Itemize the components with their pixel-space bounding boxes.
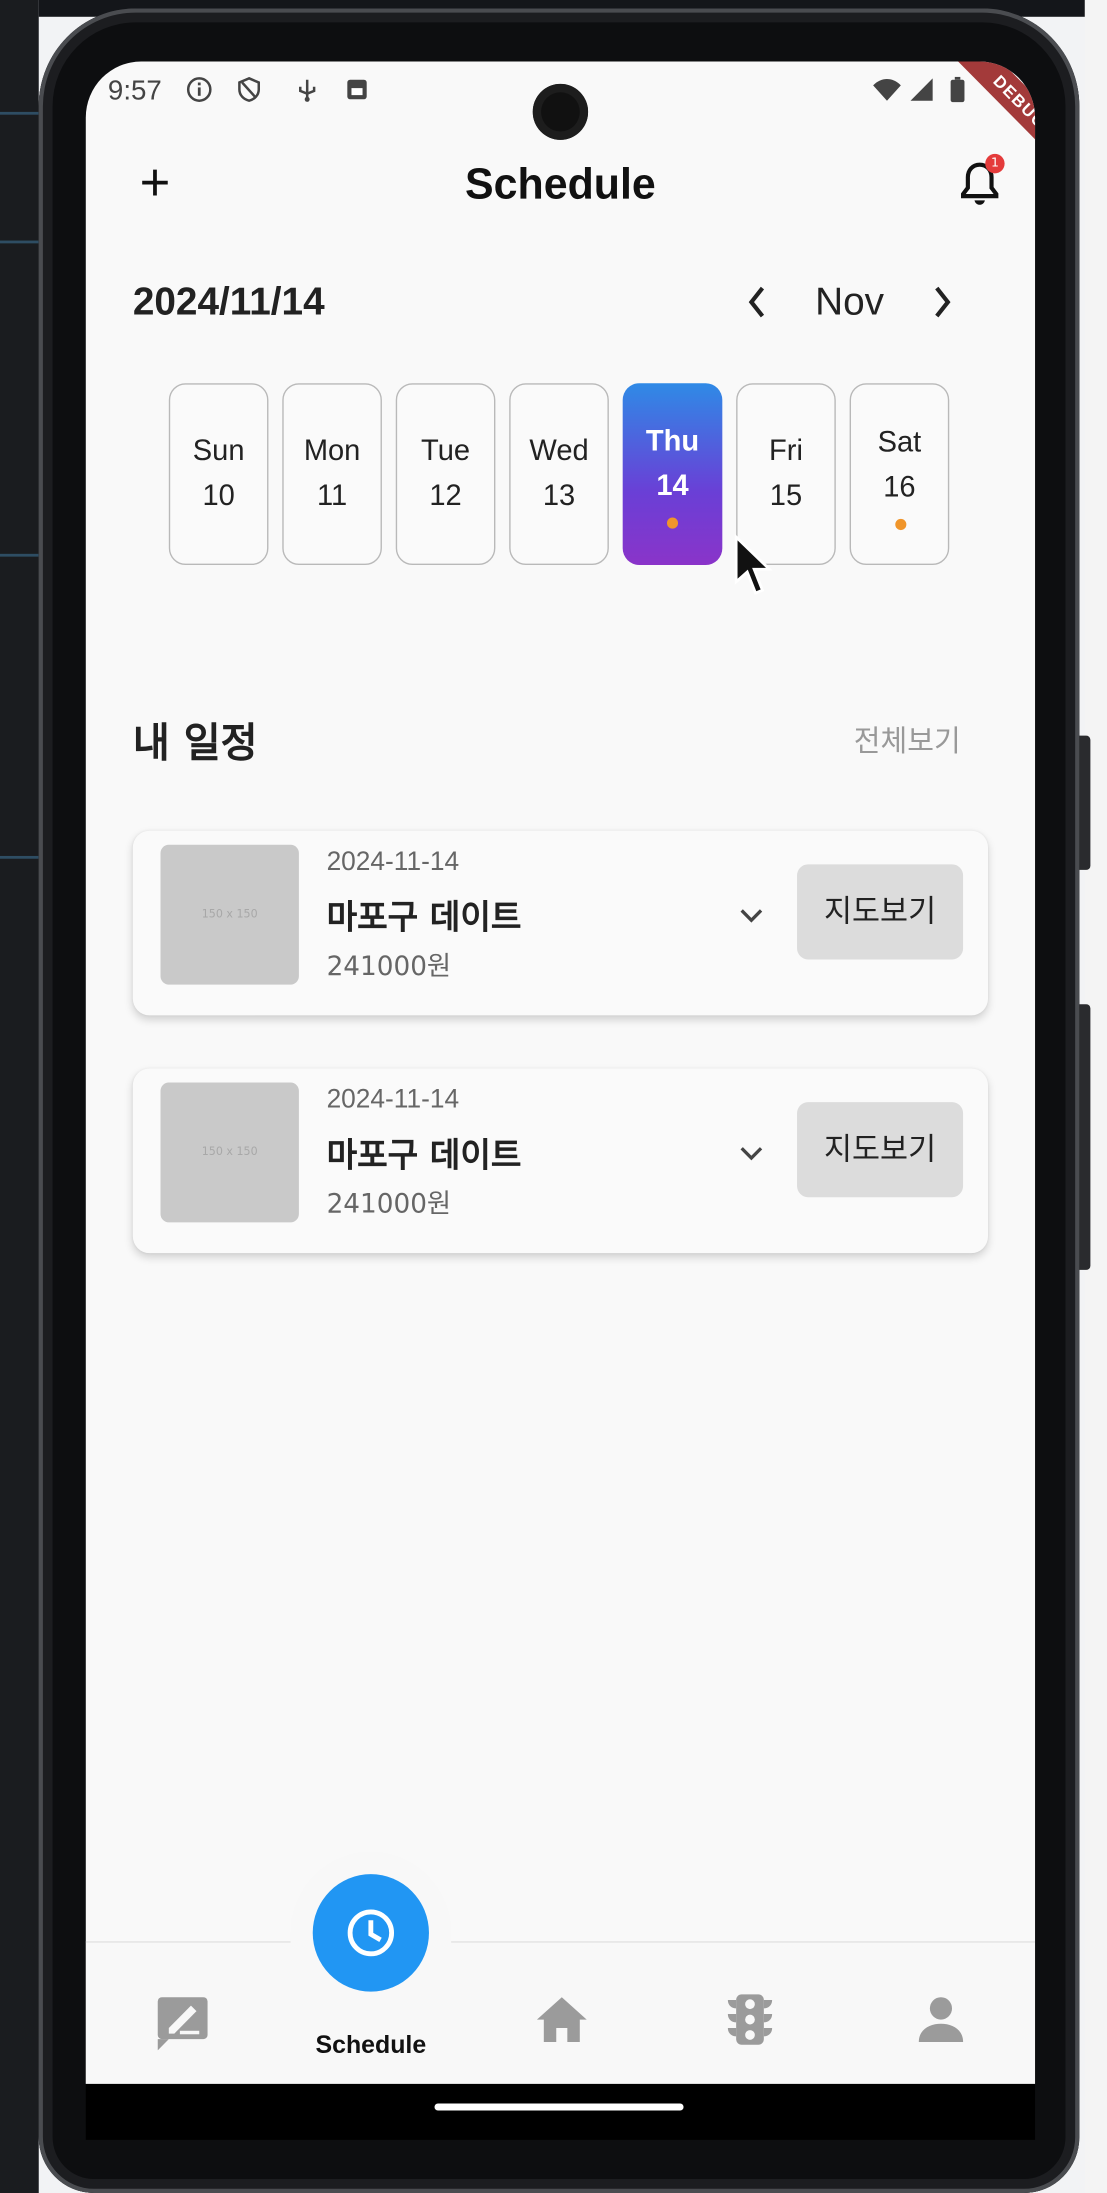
day-card-wed[interactable]: Wed 13: [509, 383, 609, 566]
shield-icon: [235, 76, 263, 104]
day-date: 13: [542, 479, 576, 512]
status-time: 9:57: [107, 75, 162, 107]
schedule-title: 마포구 데이트: [326, 897, 522, 938]
day-card-sat[interactable]: Sat 16: [849, 383, 950, 566]
schedule-date: 2024-11-14: [326, 1085, 460, 1115]
day-name: Tue: [421, 434, 471, 468]
emulator-stage: 9:57 DEBUG + Schedule 1 2024/11/14 Nov S…: [0, 0, 1107, 2193]
nav-label-schedule: Schedule: [315, 2030, 427, 2059]
chevron-right-icon: [935, 286, 951, 318]
schedule-card[interactable]: 150 x 150 2024-11-14 마포구 데이트 241000원 지도보…: [132, 1068, 988, 1254]
day-name: Sun: [192, 434, 245, 468]
event-dot: [666, 517, 679, 529]
page-title: Schedule: [465, 159, 656, 209]
nav-edit-button[interactable]: [152, 1989, 213, 2051]
view-map-button[interactable]: 지도보기: [797, 864, 964, 960]
event-dot: [895, 518, 907, 531]
storage-icon: [343, 76, 371, 104]
schedule-date: 2024-11-14: [326, 847, 460, 877]
month-label: Nov: [815, 279, 885, 324]
day-date: 12: [429, 479, 462, 512]
day-name: Thu: [645, 425, 700, 458]
thumbnail-label: 150 x 150: [201, 1145, 258, 1159]
schedule-icon: [347, 1909, 395, 1957]
day-card-tue[interactable]: Tue 12: [395, 383, 496, 566]
system-navigation-bar: [85, 2083, 1036, 2140]
status-bar: 9:57 DEBUG: [86, 61, 1036, 188]
usb-icon: [293, 76, 321, 104]
emulator-side-panel: [0, 0, 39, 2193]
mouse-cursor-icon: [734, 534, 773, 595]
day-card-thu[interactable]: Thu 14: [622, 383, 723, 566]
day-card-mon[interactable]: Mon 11: [282, 383, 382, 566]
thumbnail-placeholder: 150 x 150: [160, 844, 299, 985]
power-button: [1079, 1004, 1091, 1270]
volume-button: [1079, 735, 1091, 870]
notification-badge: 1: [985, 153, 1005, 174]
person-icon: [918, 1997, 964, 2042]
nav-profile-button[interactable]: [911, 1989, 972, 2051]
front-camera: [532, 83, 589, 140]
wifi-icon: [872, 76, 901, 104]
day-date: 16: [883, 471, 916, 504]
schedule-fab[interactable]: [312, 1874, 429, 1992]
next-month-button[interactable]: [922, 274, 964, 330]
day-name: Mon: [303, 434, 361, 468]
view-map-button[interactable]: 지도보기: [797, 1102, 964, 1198]
chevron-left-icon: [748, 286, 765, 318]
nav-home-button[interactable]: [531, 1989, 592, 2051]
schedule-card[interactable]: 150 x 150 2024-11-14 마포구 데이트 241000원 지도보…: [132, 830, 988, 1016]
day-name: Sat: [877, 426, 922, 459]
day-date: 14: [656, 469, 689, 503]
chevron-down-icon[interactable]: [731, 1133, 773, 1175]
home-gesture-pill[interactable]: [434, 2103, 684, 2111]
week-strip: Sun 10 Mon 11 Tue 12 Wed 13 Thu 14 Fri 1…: [168, 383, 955, 570]
traffic-light-icon: [727, 1994, 773, 2045]
nav-traffic-button[interactable]: [720, 1989, 781, 2051]
thumbnail-placeholder: 150 x 150: [160, 1082, 299, 1223]
edit-icon: [157, 1997, 208, 2051]
day-name: Wed: [529, 434, 589, 468]
thumbnail-label: 150 x 150: [201, 907, 258, 921]
schedule-price: 241000원: [326, 951, 452, 982]
notification-button[interactable]: 1: [955, 153, 1005, 209]
schedule-price: 241000원: [326, 1188, 452, 1220]
day-date: 11: [317, 479, 348, 512]
prev-month-button[interactable]: [736, 274, 778, 330]
day-name: Fri: [769, 434, 803, 468]
home-icon: [536, 1997, 587, 2042]
section-title: 내 일정: [132, 718, 258, 767]
view-all-link[interactable]: 전체보기: [854, 719, 961, 761]
selected-date: 2024/11/14: [132, 279, 325, 324]
schedule-title: 마포구 데이트: [326, 1135, 522, 1175]
battery-icon: [944, 76, 972, 104]
day-card-sun[interactable]: Sun 10: [168, 383, 269, 566]
day-date: 10: [202, 479, 235, 512]
app-screen: 9:57 DEBUG + Schedule 1 2024/11/14 Nov S…: [85, 61, 1036, 2084]
signal-icon: [908, 76, 936, 104]
chevron-down-icon[interactable]: [731, 895, 773, 937]
info-icon: [185, 76, 213, 104]
day-date: 15: [769, 479, 803, 512]
